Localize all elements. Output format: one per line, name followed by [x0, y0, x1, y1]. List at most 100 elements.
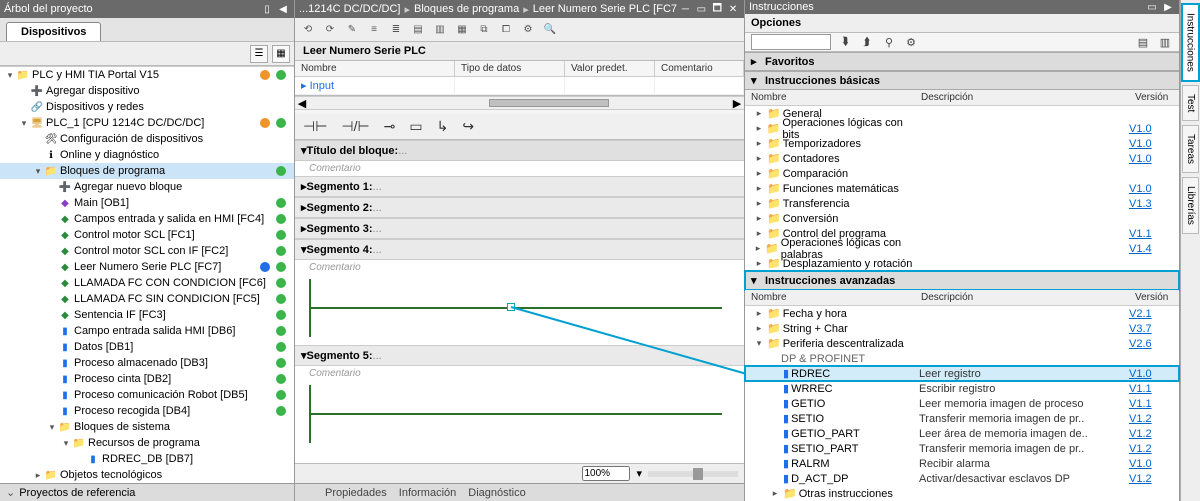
- tree-item[interactable]: ▮Datos [DB1]: [0, 339, 294, 355]
- expander-icon[interactable]: ▸: [753, 323, 765, 334]
- bc-2[interactable]: Leer Numero Serie PLC [FC7]: [533, 3, 677, 15]
- segment-1[interactable]: ▸ Segmento 1: ...: [295, 176, 744, 197]
- collapse-icon[interactable]: ▥: [1157, 34, 1173, 50]
- tree-item[interactable]: ▮Proceso comunicación Robot [DB5]: [0, 387, 294, 403]
- tab-info[interactable]: Información: [399, 487, 456, 499]
- tree-item[interactable]: ◆Control motor SCL [FC1]: [0, 227, 294, 243]
- tree-item[interactable]: ➕Agregar nuevo bloque: [0, 179, 294, 195]
- bc-0[interactable]: ...1214C DC/DC/DC]: [299, 3, 400, 15]
- zoom-dropdown-icon[interactable]: ▾: [636, 467, 642, 480]
- declaration-table[interactable]: Nombre Tipo de datos Valor predet. Comen…: [295, 61, 744, 96]
- tree-item[interactable]: 🛠Configuración de dispositivos: [0, 131, 294, 147]
- instruction-version[interactable]: V1.2: [1129, 443, 1179, 455]
- block-title-header[interactable]: ▾ Título del bloque: ...: [295, 140, 744, 161]
- coil-icon[interactable]: ⊸: [384, 118, 396, 135]
- seg4-comment[interactable]: Comentario: [295, 260, 744, 275]
- rung-seg4[interactable]: [307, 279, 732, 337]
- rung-seg5[interactable]: [307, 385, 732, 443]
- tb-icon[interactable]: ≡: [365, 21, 383, 39]
- instruction-row[interactable]: ▸📁String + CharV3.7: [745, 321, 1179, 336]
- expander-icon[interactable]: ▾: [46, 422, 58, 433]
- tree-item[interactable]: ◆Campos entrada y salida en HMI [FC4]: [0, 211, 294, 227]
- sidetab-test[interactable]: Test: [1182, 85, 1199, 121]
- tree-item[interactable]: ▾🖥PLC_1 [CPU 1214C DC/DC/DC]: [0, 115, 294, 131]
- expander-icon[interactable]: ▾: [753, 338, 765, 349]
- sidetab-instructions[interactable]: Instrucciones: [1182, 4, 1200, 81]
- seg5-comment[interactable]: Comentario: [295, 366, 744, 381]
- instruction-version[interactable]: V1.4: [1129, 243, 1179, 255]
- tb-icon[interactable]: ▦: [453, 21, 471, 39]
- segment-5[interactable]: ▾ Segmento 5: ...: [295, 345, 744, 366]
- instruction-row[interactable]: ▸📁Conversión: [745, 211, 1179, 226]
- network-area[interactable]: ▾ Título del bloque: ... Comentario ▸ Se…: [295, 140, 744, 463]
- tree-item[interactable]: ◆Main [OB1]: [0, 195, 294, 211]
- instruction-version[interactable]: V1.2: [1129, 473, 1179, 485]
- tb-icon[interactable]: ⟳: [321, 21, 339, 39]
- tab-devices[interactable]: Dispositivos: [6, 22, 101, 41]
- expander-icon[interactable]: ▾: [18, 118, 30, 129]
- tab-diag[interactable]: Diagnóstico: [468, 487, 525, 499]
- left-footer[interactable]: ⌄ Proyectos de referencia: [0, 483, 294, 501]
- segment-4[interactable]: ▾ Segmento 4: ...: [295, 239, 744, 260]
- pin-icon[interactable]: ◀: [276, 3, 290, 15]
- instruction-version[interactable]: V1.3: [1129, 198, 1179, 210]
- tab-properties[interactable]: Propiedades: [325, 487, 387, 499]
- search-input[interactable]: [751, 34, 831, 50]
- expander-icon[interactable]: ▸: [753, 243, 763, 254]
- find-prev-icon[interactable]: ⮭: [859, 34, 875, 50]
- sidetab-libs[interactable]: Librerías: [1182, 177, 1199, 234]
- bc-1[interactable]: Bloques de programa: [414, 3, 519, 15]
- tb-icon[interactable]: ▥: [431, 21, 449, 39]
- basic-instructions-header[interactable]: ▾Instrucciones básicas: [745, 71, 1179, 90]
- instruction-version[interactable]: V1.2: [1129, 413, 1179, 425]
- tree-item[interactable]: ➕Agregar dispositivo: [0, 83, 294, 99]
- tree-item[interactable]: ▾📁Recursos de programa: [0, 435, 294, 451]
- zoom-slider[interactable]: [693, 468, 703, 480]
- expand-icon[interactable]: ▤: [1135, 34, 1151, 50]
- gear-icon[interactable]: ⚙: [903, 34, 919, 50]
- instruction-row[interactable]: ▾📁Periferia descentralizadaV2.6: [745, 336, 1179, 351]
- expander-icon[interactable]: ▸: [753, 168, 765, 179]
- instruction-row[interactable]: ▸📁TemporizadoresV1.0: [745, 136, 1179, 151]
- instruction-row[interactable]: ▸📁Otras instrucciones: [745, 486, 1179, 501]
- instruction-row[interactable]: ▸📁Funciones matemáticasV1.0: [745, 181, 1179, 196]
- instruction-row[interactable]: DP & PROFINET: [745, 351, 1179, 366]
- adv-list[interactable]: ▸📁Fecha y horaV2.1▸📁String + CharV3.7▾📁P…: [745, 306, 1179, 501]
- instruction-version[interactable]: V1.0: [1129, 138, 1179, 150]
- dock-icon[interactable]: ▭: [1145, 1, 1159, 13]
- tree-item[interactable]: ▮Proceso cinta [DB2]: [0, 371, 294, 387]
- tree-item[interactable]: ◆LLAMADA FC SIN CONDICION [FC5]: [0, 291, 294, 307]
- maximize-icon[interactable]: 🗖: [710, 3, 724, 15]
- expander-icon[interactable]: ▾: [4, 70, 16, 81]
- instruction-row[interactable]: ▮RDRECLeer registroV1.0: [745, 366, 1179, 381]
- expander-icon[interactable]: ▸: [753, 183, 765, 194]
- instruction-row[interactable]: ▸📁Operaciones lógicas con bitsV1.0: [745, 121, 1179, 136]
- expander-icon[interactable]: ▸: [32, 470, 44, 481]
- tb-icon[interactable]: 🔍: [541, 21, 559, 39]
- instruction-version[interactable]: V2.6: [1129, 338, 1179, 350]
- instruction-version[interactable]: V1.0: [1129, 183, 1179, 195]
- sidetab-tasks[interactable]: Tareas: [1182, 125, 1199, 173]
- decl-row[interactable]: ▸ Input: [295, 77, 744, 95]
- tree-item[interactable]: ▮RDREC_DB [DB7]: [0, 451, 294, 467]
- branch-icon[interactable]: ↳: [437, 118, 449, 135]
- tree-item[interactable]: ▮Campo entrada salida HMI [DB6]: [0, 323, 294, 339]
- instruction-version[interactable]: V1.0: [1129, 368, 1179, 380]
- instruction-row[interactable]: ▮GETIO_PARTLeer área de memoria imagen d…: [745, 426, 1179, 441]
- instruction-row[interactable]: ▮SETIO_PARTTransferir memoria imagen de …: [745, 441, 1179, 456]
- tb-icon[interactable]: ▤: [409, 21, 427, 39]
- instruction-row[interactable]: ▮GETIOLeer memoria imagen de procesoV1.1: [745, 396, 1179, 411]
- tb-icon[interactable]: ✎: [343, 21, 361, 39]
- tree-item[interactable]: ▸📁Objetos tecnológicos: [0, 467, 294, 483]
- tb-icon[interactable]: ≣: [387, 21, 405, 39]
- instruction-version[interactable]: V2.1: [1129, 308, 1179, 320]
- tree-item[interactable]: ▾📁Bloques de programa: [0, 163, 294, 179]
- contact-no-icon[interactable]: ⊣⊢: [303, 118, 327, 135]
- instruction-version[interactable]: V1.0: [1129, 153, 1179, 165]
- find-next-icon[interactable]: ⮯: [837, 34, 853, 50]
- tree-item[interactable]: 🔗Dispositivos y redes: [0, 99, 294, 115]
- scroll-right-icon[interactable]: ▶: [730, 97, 744, 110]
- collapse-icon[interactable]: ▯: [260, 3, 274, 15]
- segment-2[interactable]: ▸ Segmento 2: ...: [295, 197, 744, 218]
- minimize-icon[interactable]: ─: [679, 3, 693, 15]
